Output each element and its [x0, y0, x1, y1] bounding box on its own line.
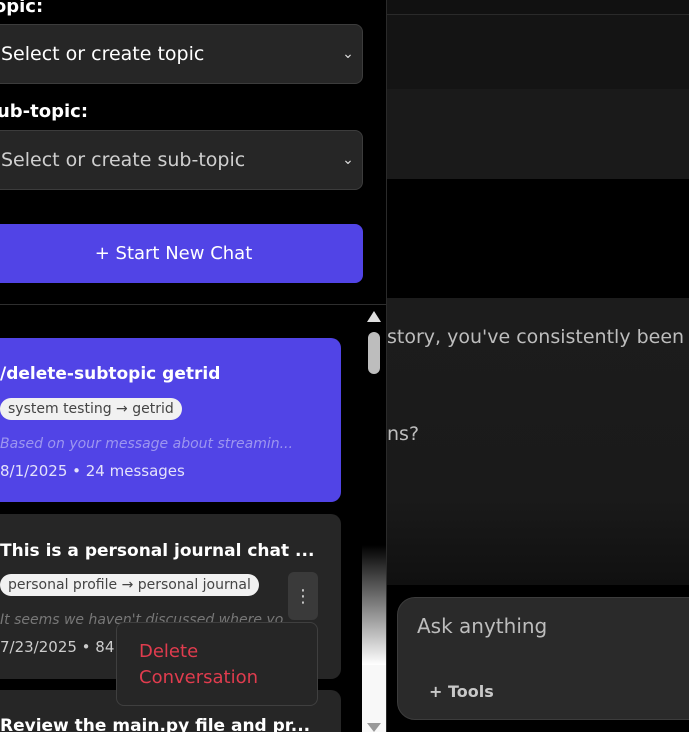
topic-tag: personal profile → personal journal: [0, 574, 259, 596]
scrollbar-thumb[interactable]: [368, 332, 380, 374]
chat-input[interactable]: Ask anything: [417, 614, 547, 638]
message-text: ns?: [387, 423, 420, 445]
topic-tag: system testing → getrid: [0, 398, 182, 420]
header-bar: [387, 14, 689, 90]
tools-button[interactable]: + Tools: [429, 682, 494, 701]
scroll-down-icon[interactable]: [367, 723, 381, 732]
topic-label: Topic:: [0, 0, 44, 17]
conversation-title: Review the main.py file and pr...: [0, 716, 311, 732]
subtopic-select-value: Select or create sub-topic: [1, 149, 246, 171]
start-new-chat-button[interactable]: + Start New Chat: [0, 224, 363, 283]
delete-conversation-item[interactable]: Delete Conversation: [139, 639, 295, 691]
subtopic-select[interactable]: Select or create sub-topic ⌄: [0, 130, 363, 190]
chevron-down-icon: ⌄: [342, 46, 354, 62]
conversation-title: This is a personal journal chat ...: [0, 541, 315, 561]
more-options-icon[interactable]: ⋮: [288, 572, 318, 620]
topic-select-value: Select or create topic: [1, 43, 205, 65]
conversation-title: /delete-subtopic getrid: [0, 364, 221, 384]
assistant-message: story, you've consistently been t ns?: [387, 298, 689, 585]
chat-composer[interactable]: Ask anything + Tools: [397, 597, 689, 720]
conversation-snippet: Based on your message about streamin...: [0, 436, 293, 452]
info-bar: [387, 89, 689, 179]
scrollbar[interactable]: [362, 305, 386, 732]
conversation-meta: 7/23/2025 • 84 m: [0, 638, 134, 656]
chevron-down-icon: ⌄: [342, 152, 354, 168]
context-menu: Delete Conversation: [116, 622, 318, 706]
scroll-up-icon[interactable]: [367, 311, 381, 322]
conversation-card-active[interactable]: /delete-subtopic getrid system testing →…: [0, 338, 341, 502]
conversation-meta: 8/1/2025 • 24 messages: [0, 462, 185, 480]
subtopic-label: Sub-topic:: [0, 101, 89, 122]
chat-area: story, you've consistently been t ns? As…: [387, 0, 689, 732]
message-text: story, you've consistently been t: [387, 326, 689, 348]
topic-select[interactable]: Select or create topic ⌄: [0, 24, 363, 84]
